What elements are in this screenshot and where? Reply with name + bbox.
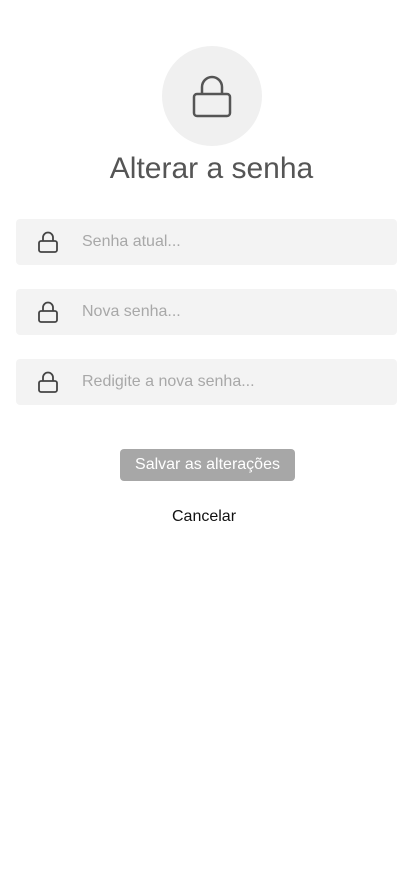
current-password-field[interactable] xyxy=(16,219,397,265)
new-password-input[interactable] xyxy=(82,292,372,332)
save-button[interactable]: Salvar as alterações xyxy=(120,449,295,481)
lock-avatar xyxy=(162,46,262,146)
lock-icon xyxy=(37,231,59,253)
lock-icon xyxy=(192,75,232,118)
confirm-password-field[interactable] xyxy=(16,359,397,405)
current-password-input[interactable] xyxy=(82,222,372,262)
cancel-link[interactable]: Cancelar xyxy=(0,506,408,528)
new-password-field[interactable] xyxy=(16,289,397,335)
page-title: Alterar a senha xyxy=(109,152,314,185)
lock-icon xyxy=(37,371,59,393)
confirm-password-input[interactable] xyxy=(82,362,372,402)
lock-icon xyxy=(37,301,59,323)
